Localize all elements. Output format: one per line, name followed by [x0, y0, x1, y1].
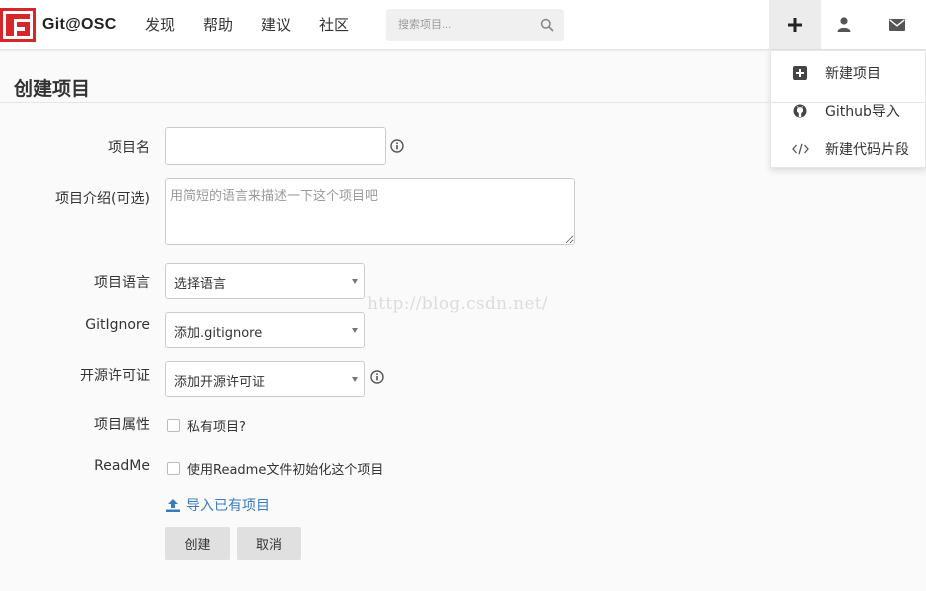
messages-button[interactable]: [871, 0, 923, 49]
logo-mark-icon: [0, 8, 36, 42]
caret-down-icon: [352, 328, 358, 333]
search-icon[interactable]: [540, 18, 554, 32]
private-project-checkbox-row[interactable]: 私有项目?: [167, 416, 246, 435]
readme-label: ReadMe: [94, 458, 150, 474]
nav-item-help[interactable]: 帮助: [203, 14, 233, 36]
caret-down-icon: [352, 377, 358, 382]
project-name-label: 项目名: [108, 140, 150, 156]
license-select-value: 添加开源许可证: [174, 375, 266, 390]
nav-item-discover[interactable]: 发现: [145, 14, 175, 36]
code-icon: [791, 143, 809, 155]
project-attr-label: 项目属性: [94, 417, 150, 433]
gitignore-select-value: 添加.gitignore: [174, 326, 263, 341]
create-button[interactable]: 创建: [165, 527, 230, 560]
user-menu-button[interactable]: [818, 0, 870, 49]
info-icon[interactable]: [390, 139, 404, 153]
project-intro-label: 项目介绍(可选): [55, 191, 150, 207]
upload-icon: [166, 498, 180, 512]
search-input[interactable]: [386, 9, 564, 41]
readme-checkbox[interactable]: [167, 462, 180, 475]
brand-logo[interactable]: Git@OSC: [0, 8, 117, 42]
readme-checkbox-label: 使用Readme文件初始化这个项目: [187, 463, 384, 478]
readme-checkbox-row[interactable]: 使用Readme文件初始化这个项目: [167, 459, 383, 478]
import-link-label: 导入已有项目: [186, 498, 270, 514]
info-icon[interactable]: [370, 370, 384, 384]
nav-item-suggest[interactable]: 建议: [261, 14, 291, 36]
user-icon: [837, 17, 851, 32]
gitignore-select[interactable]: 添加.gitignore: [165, 312, 365, 348]
search-box: [386, 9, 564, 41]
watermark-text: http://blog.csdn.net/: [367, 294, 548, 314]
project-intro-textarea[interactable]: [165, 178, 575, 245]
page-title: 创建项目: [14, 78, 91, 100]
private-project-label: 私有项目?: [187, 420, 246, 435]
project-name-input[interactable]: [165, 127, 386, 165]
menu-item-label: Github导入: [825, 104, 900, 120]
page-header: 创建项目: [0, 72, 926, 103]
caret-down-icon: [352, 279, 358, 284]
import-existing-project-link[interactable]: 导入已有项目: [166, 495, 270, 515]
license-select[interactable]: 添加开源许可证: [165, 361, 365, 397]
brand-name: Git@OSC: [42, 16, 117, 33]
private-project-checkbox[interactable]: [167, 419, 180, 432]
cancel-button[interactable]: 取消: [237, 527, 301, 560]
nav-item-community[interactable]: 社区: [319, 14, 349, 36]
language-select-value: 选择语言: [174, 277, 227, 292]
main-nav: 发现 帮助 建议 社区: [145, 14, 377, 36]
language-select[interactable]: 选择语言: [165, 263, 365, 299]
top-navbar: Git@OSC 发现 帮助 建议 社区: [0, 0, 926, 50]
plus-icon: [788, 17, 802, 32]
new-dropdown-menu: 新建项目 Github导入 新建代码片段: [770, 50, 926, 168]
github-icon: [793, 104, 807, 118]
gitignore-label: GitIgnore: [85, 317, 150, 333]
license-label: 开源许可证: [80, 368, 150, 384]
menu-item-label: 新建代码片段: [825, 142, 909, 158]
menu-item-new-snippet[interactable]: 新建代码片段: [771, 130, 926, 168]
new-menu-button[interactable]: [769, 0, 821, 49]
language-label: 项目语言: [94, 275, 150, 291]
envelope-icon: [889, 18, 905, 31]
